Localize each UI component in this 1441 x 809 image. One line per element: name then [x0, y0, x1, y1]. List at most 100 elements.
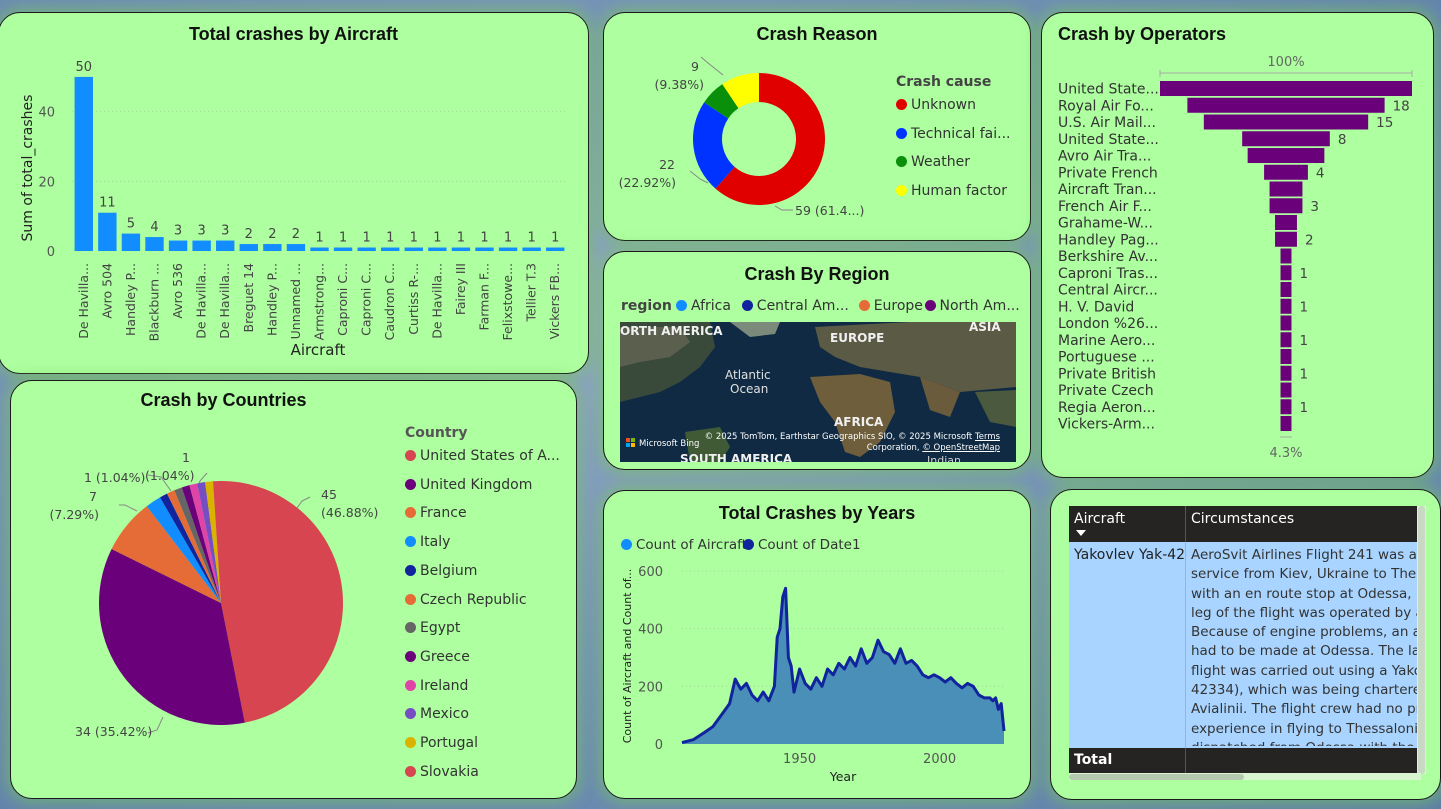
bar-data-label: 5 [127, 217, 135, 232]
sort-desc-icon[interactable] [1076, 530, 1086, 536]
funnel-bar[interactable] [1187, 97, 1385, 113]
legend-item[interactable]: Ireland [405, 678, 468, 694]
funnel-bar[interactable] [1275, 215, 1297, 230]
legend-item[interactable]: Portugal [405, 735, 478, 751]
legend-label: Africa [691, 298, 731, 314]
legend-item[interactable]: Africa [676, 298, 731, 314]
legend-label: Portugal [420, 735, 478, 751]
countries-pie-card[interactable]: Crash by Countries 45 (46.88%) 34 (35.42… [10, 380, 577, 799]
aircraft-chart-card[interactable]: Total crashes by Aircraft 0 20 40 50 De Havi… [0, 12, 589, 374]
funnel-bar[interactable] [1160, 81, 1412, 96]
bar[interactable] [98, 212, 117, 251]
slice-label-small-1: 1 (1.04%) [84, 470, 145, 485]
table-row[interactable]: Yakovlev Yak-42 AeroSvit Airlines Flight… [1069, 542, 1421, 748]
legend-item[interactable]: France [405, 505, 467, 521]
legend-marker [741, 300, 753, 311]
x-tick-label: De Havilla... [217, 263, 232, 339]
legend-item[interactable]: Czech Republic [405, 592, 527, 608]
funnel-bar[interactable] [1203, 114, 1369, 130]
x-axis-title: Year [829, 769, 857, 784]
bar-data-label: 1 [339, 231, 347, 246]
bar[interactable] [333, 247, 353, 251]
legend-item[interactable]: Central Am... [741, 298, 849, 314]
crash-reason-card[interactable]: Crash Reason 9 (9.38%) 22 (22.92%) 59 (6… [603, 12, 1031, 241]
legend-item[interactable]: Unknown [896, 97, 976, 113]
x-tick-label: Handley P... [123, 263, 138, 336]
bar[interactable] [475, 247, 494, 251]
y-axis-title: Count of Aircraft and Count of... [621, 569, 634, 744]
legend-item[interactable]: Italy [405, 534, 450, 550]
bar[interactable] [404, 247, 423, 251]
column-header-circumstances[interactable]: Circumstances [1191, 511, 1294, 527]
legend-marker [896, 156, 907, 168]
legend-item[interactable]: Slovakia [405, 764, 479, 780]
bar[interactable] [522, 247, 541, 251]
world-map[interactable]: ORTH AMERICA EUROPE ASIA Atlantic Ocean … [620, 322, 1016, 462]
legend-item[interactable]: Europe [858, 298, 923, 314]
legend-item[interactable]: Weather [896, 154, 970, 170]
horizontal-scrollbar[interactable] [1069, 773, 1421, 780]
bar[interactable] [451, 247, 471, 251]
legend-item[interactable]: Human factor [896, 183, 1007, 199]
legend-label: Italy [420, 534, 451, 551]
x-tick-label: Curtiss R-... [406, 263, 421, 335]
legend-item[interactable]: Technical fai... [896, 126, 1010, 142]
terms-link[interactable]: Terms [975, 432, 1000, 442]
bar[interactable] [310, 247, 329, 251]
bar[interactable] [216, 240, 235, 251]
vertical-scrollbar[interactable] [1417, 506, 1426, 774]
legend-item[interactable]: Greece [405, 649, 470, 665]
bar[interactable] [286, 244, 306, 251]
funnel-bar[interactable] [1269, 181, 1303, 197]
legend-item[interactable]: North Am... [924, 298, 1020, 314]
legend-item[interactable]: United Kingdom [405, 477, 532, 493]
funnel-bar[interactable] [1280, 365, 1292, 381]
operators-funnel-chart: 100% 4.3% United State...Royal Air Fo...… [1058, 55, 1413, 461]
bar[interactable] [168, 240, 188, 251]
bar[interactable] [357, 247, 376, 251]
bar[interactable] [239, 244, 258, 251]
funnel-bar[interactable] [1269, 198, 1303, 214]
bar[interactable] [263, 244, 282, 251]
bar[interactable] [192, 240, 211, 251]
funnel-bar[interactable] [1247, 148, 1325, 163]
funnel-bar[interactable] [1242, 131, 1330, 147]
funnel-bar[interactable] [1280, 248, 1292, 264]
legend-item[interactable]: Mexico [405, 706, 469, 722]
funnel-bar[interactable] [1280, 349, 1292, 364]
horizontal-scrollbar-thumb[interactable] [1069, 774, 1244, 780]
bar-data-label: 3 [221, 224, 229, 239]
circumstances-table-card[interactable]: Aircraft Circumstances Yakovlev Yak-42 A… [1050, 489, 1441, 800]
funnel-bar[interactable] [1280, 399, 1292, 415]
funnel-bar[interactable] [1275, 231, 1297, 247]
region-map-card[interactable]: Crash By Region region Africa Central Am.… [603, 251, 1031, 470]
funnel-bar[interactable] [1280, 416, 1292, 431]
legend-label: Slovakia [420, 763, 479, 780]
vertical-scrollbar-thumb[interactable] [1418, 506, 1425, 774]
column-header-aircraft[interactable]: Aircraft [1074, 511, 1125, 527]
operators-funnel-card[interactable]: Crash by Operators 100% 4.3% United Stat… [1041, 12, 1434, 478]
bar[interactable] [121, 233, 141, 251]
bar[interactable] [381, 247, 400, 251]
circumstances-table[interactable]: Aircraft Circumstances Yakovlev Yak-42 A… [1069, 506, 1421, 776]
y-axis-title: Sum of total_crashes [20, 95, 36, 242]
bar[interactable] [546, 247, 565, 251]
funnel-bar[interactable] [1264, 164, 1308, 180]
bar[interactable] [145, 237, 164, 251]
legend-item[interactable]: United States of A... [405, 448, 560, 464]
bar[interactable] [428, 247, 447, 251]
years-area-card[interactable]: Total Crashes by Years Count of Aircraft… [603, 490, 1031, 799]
y-tick-label: 400 [638, 623, 663, 638]
legend-item[interactable]: Egypt [405, 620, 460, 636]
funnel-bar[interactable] [1280, 282, 1292, 297]
funnel-bar[interactable] [1280, 265, 1292, 281]
bar[interactable] [74, 76, 93, 251]
funnel-bar[interactable] [1280, 298, 1292, 314]
funnel-bar[interactable] [1280, 382, 1292, 398]
osm-link[interactable]: © OpenStreetMap [922, 443, 1000, 453]
legend-label: Technical fai... [911, 125, 1011, 142]
funnel-bar[interactable] [1280, 315, 1292, 331]
funnel-bar[interactable] [1280, 332, 1292, 348]
bar[interactable] [498, 247, 518, 251]
legend-item[interactable]: Belgium [405, 563, 477, 579]
